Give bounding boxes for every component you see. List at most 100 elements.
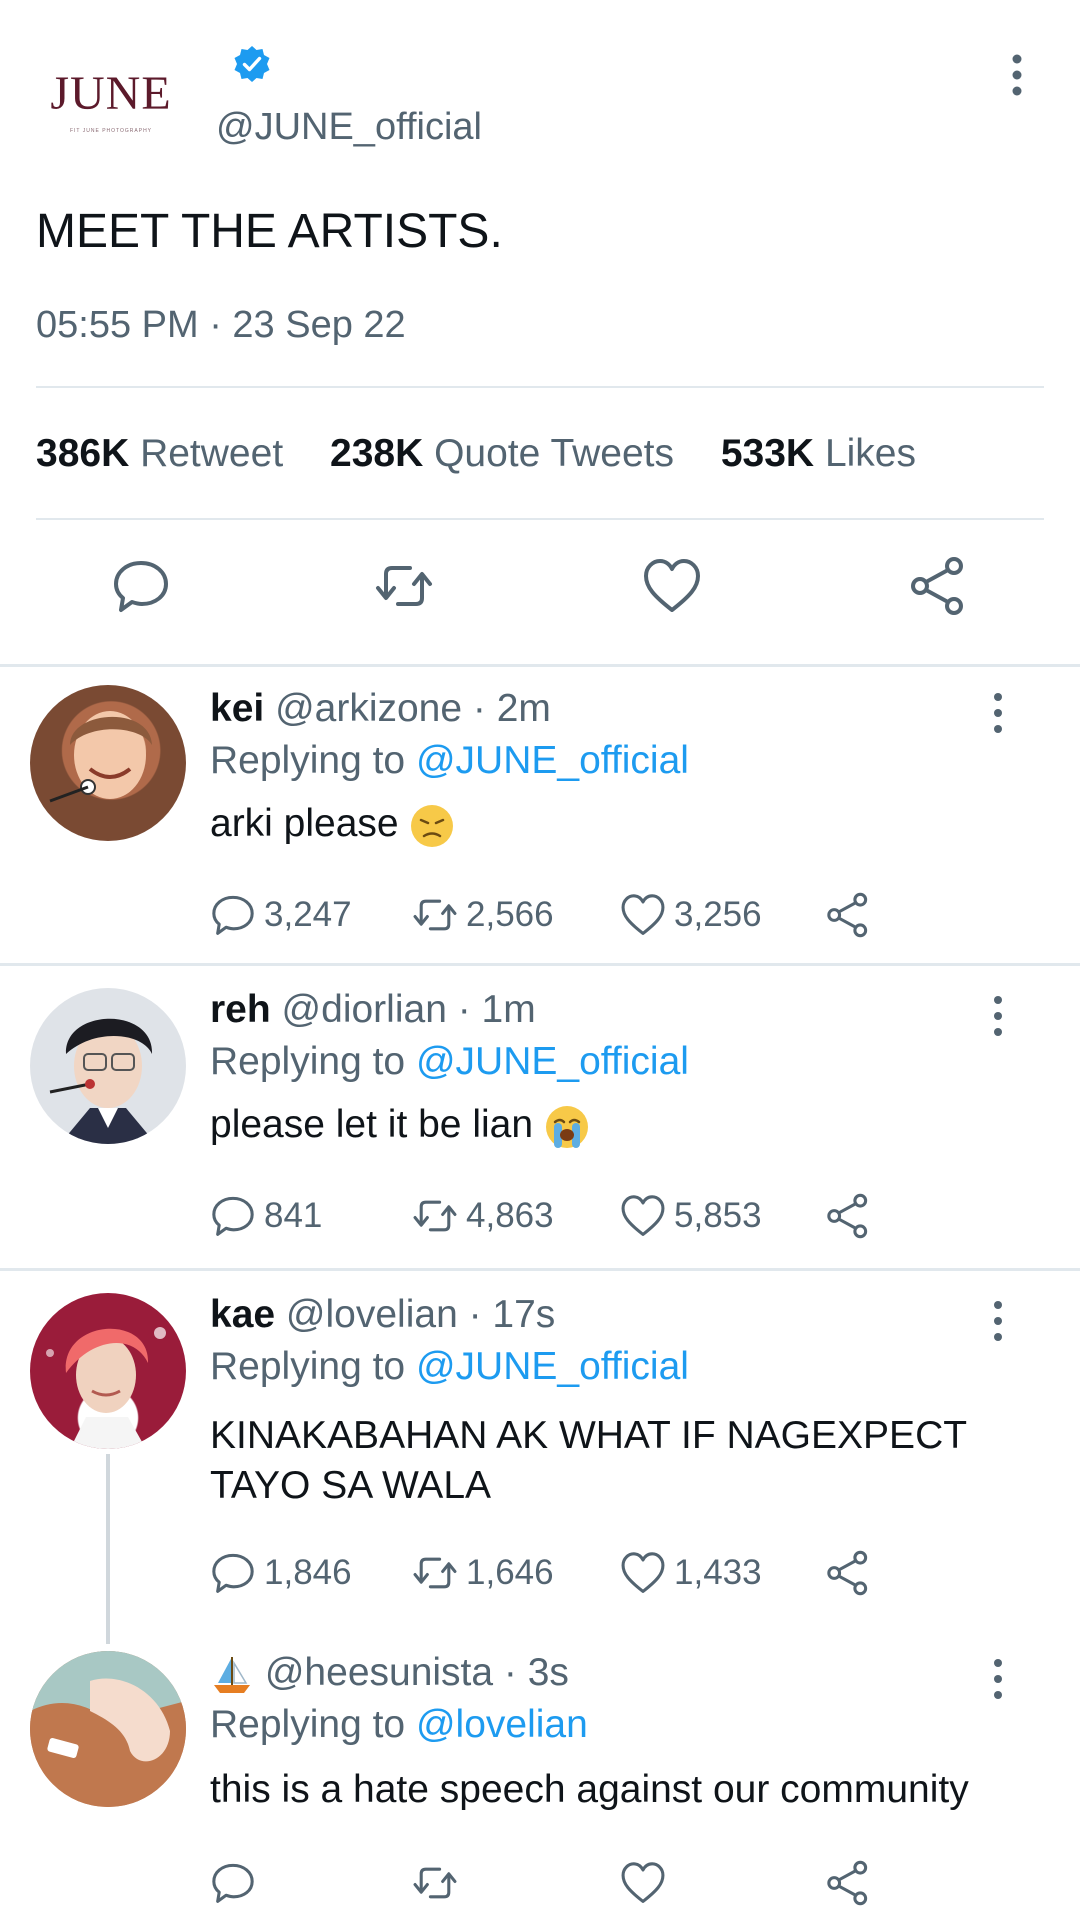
replying-to-mention[interactable]: @lovelian <box>416 1703 588 1746</box>
replying-to-mention[interactable]: @JUNE_official <box>416 1040 689 1083</box>
comment-count: 1,846 <box>264 1553 352 1592</box>
reply-time: · 1m <box>457 988 536 1031</box>
replying-to-mention[interactable]: @JUNE_official <box>416 739 689 782</box>
main-tweet-timestamp[interactable]: 05:55 PM · 23 Sep 22 <box>36 304 406 347</box>
reply-comment-button[interactable]: 3,247 <box>210 887 352 943</box>
display-name[interactable]: reh <box>210 988 271 1031</box>
avatar-photo-icon <box>49 1018 156 1144</box>
retweet-stat[interactable]: 386K Retweet <box>36 432 283 475</box>
reply-icon <box>212 1863 254 1903</box>
reply-share-button[interactable] <box>825 887 879 943</box>
likes-count: 533K <box>720 432 815 475</box>
share-icon <box>827 1193 868 1239</box>
avatar[interactable] <box>30 685 186 841</box>
divider <box>36 518 1044 520</box>
reply-time: · 3s <box>503 1651 569 1694</box>
reply-share-button[interactable] <box>825 1545 879 1601</box>
like-icon <box>621 1862 665 1903</box>
like-icon[interactable] <box>642 556 702 616</box>
reply-comment-button[interactable] <box>210 1855 264 1911</box>
like-count: 1,433 <box>674 1553 762 1592</box>
retweet-count: 4,863 <box>466 1196 554 1235</box>
reply-header: @heesunista · 3s <box>210 1651 569 1697</box>
retweet-count: 2,566 <box>466 895 554 934</box>
reply-share-button[interactable] <box>825 1855 879 1911</box>
quote-label: Quote Tweets <box>434 432 675 475</box>
like-count: 3,256 <box>674 895 762 934</box>
reply-comment-button[interactable]: 1,846 <box>210 1545 352 1601</box>
reply-text: KINAKABAHAN AK WHAT IF NAGEXPECT TAYO SA… <box>210 1411 1010 1511</box>
retweet-icon[interactable] <box>374 556 434 616</box>
reply-text-content: arki please <box>210 802 399 845</box>
retweet-icon <box>413 1557 457 1589</box>
retweet-label: Retweet <box>140 432 284 475</box>
reply-text: this is a hate speech against our commun… <box>210 1765 1070 1815</box>
more-options-icon[interactable] <box>1002 50 1032 100</box>
replying-to-mention[interactable]: @JUNE_official <box>416 1345 689 1388</box>
reply-share-button[interactable] <box>825 1188 879 1244</box>
verified-badge-icon <box>234 46 270 82</box>
reply-tweet[interactable]: @heesunista · 3s Replying to @lovelian t… <box>0 1651 1080 1932</box>
reply-text: arki please <box>210 799 1010 849</box>
avatar[interactable] <box>30 1651 186 1807</box>
display-name[interactable]: kei <box>210 687 264 730</box>
retweet-icon <box>413 1867 457 1899</box>
retweet-icon <box>413 1200 457 1232</box>
like-icon <box>621 1552 665 1593</box>
main-tweet-handle[interactable]: @JUNE_official <box>216 106 482 149</box>
reply-like-button[interactable] <box>620 1855 674 1911</box>
reply-retweet-button[interactable]: 1,646 <box>412 1545 554 1601</box>
reply-like-button[interactable]: 3,256 <box>620 887 762 943</box>
reply-like-button[interactable]: 5,853 <box>620 1188 762 1244</box>
display-name[interactable]: kae <box>210 1293 275 1336</box>
main-tweet: JUNE FIT JUNE PHOTOGRAPHY @JUNE_official… <box>0 0 1080 667</box>
share-icon <box>827 1550 868 1596</box>
reply-time: · 2m <box>472 687 551 730</box>
reply-actions: 1,846 1,646 1,433 <box>210 1545 910 1601</box>
reply-comment-button[interactable]: 841 <box>210 1188 322 1244</box>
avatar[interactable] <box>30 988 186 1144</box>
avatar[interactable] <box>30 1293 186 1449</box>
retweet-count: 386K <box>36 432 130 475</box>
user-handle[interactable]: @lovelian <box>286 1293 458 1336</box>
reply-retweet-button[interactable]: 2,566 <box>412 887 554 943</box>
reply-retweet-button[interactable]: 4,863 <box>412 1188 554 1244</box>
likes-stat[interactable]: 533K Likes <box>721 432 916 475</box>
more-options-icon[interactable] <box>986 1657 1010 1701</box>
reply-header: kei @arkizone · 2m <box>210 687 551 731</box>
comment-count: 841 <box>264 1196 323 1235</box>
reply-text-line: KINAKABAHAN AK WHAT IF NAGEXPECT <box>210 1414 968 1457</box>
user-handle[interactable]: @heesunista <box>265 1651 493 1694</box>
replying-label: Replying to <box>210 1345 406 1388</box>
share-icon[interactable] <box>908 556 968 616</box>
reply-tweet[interactable]: kae @lovelian · 17s Replying to @JUNE_of… <box>0 1271 1080 1651</box>
june-logo-avatar[interactable]: JUNE FIT JUNE PHOTOGRAPHY <box>36 56 186 156</box>
reply-tweet[interactable]: reh @diorlian · 1m Replying to @JUNE_off… <box>0 966 1080 1268</box>
reply-actions: 841 4,863 5,853 <box>210 1188 910 1244</box>
comment-count: 3,247 <box>264 895 352 934</box>
like-count: 5,853 <box>674 1196 762 1235</box>
user-handle[interactable]: @diorlian <box>282 988 447 1031</box>
reply-icon[interactable] <box>111 556 171 616</box>
retweet-icon <box>413 899 457 931</box>
replying-to-line: Replying to @JUNE_official <box>210 1040 689 1084</box>
likes-label: Likes <box>824 432 916 475</box>
reply-header: kae @lovelian · 17s <box>210 1293 555 1337</box>
more-options-icon[interactable] <box>986 994 1010 1038</box>
reply-like-button[interactable]: 1,433 <box>620 1545 762 1601</box>
more-options-icon[interactable] <box>986 1299 1010 1343</box>
reply-actions <box>210 1855 910 1911</box>
replying-to-line: Replying to @JUNE_official <box>210 1345 689 1389</box>
more-options-icon[interactable] <box>986 691 1010 735</box>
retweet-count: 1,646 <box>466 1553 554 1592</box>
reply-retweet-button[interactable] <box>412 1855 466 1911</box>
main-tweet-text: MEET THE ARTISTS. <box>36 205 503 258</box>
user-handle[interactable]: @arkizone <box>275 687 462 730</box>
replying-to-line: Replying to @JUNE_official <box>210 739 689 783</box>
quote-stat[interactable]: 238K Quote Tweets <box>330 432 674 475</box>
reply-tweet[interactable]: kei @arkizone · 2m Replying to @JUNE_off… <box>0 667 1080 963</box>
reply-icon <box>212 895 254 935</box>
avatar-photo-icon <box>30 1651 186 1807</box>
avatar-photo-icon <box>46 1327 166 1449</box>
reply-actions: 3,247 2,566 3,256 <box>210 887 910 943</box>
